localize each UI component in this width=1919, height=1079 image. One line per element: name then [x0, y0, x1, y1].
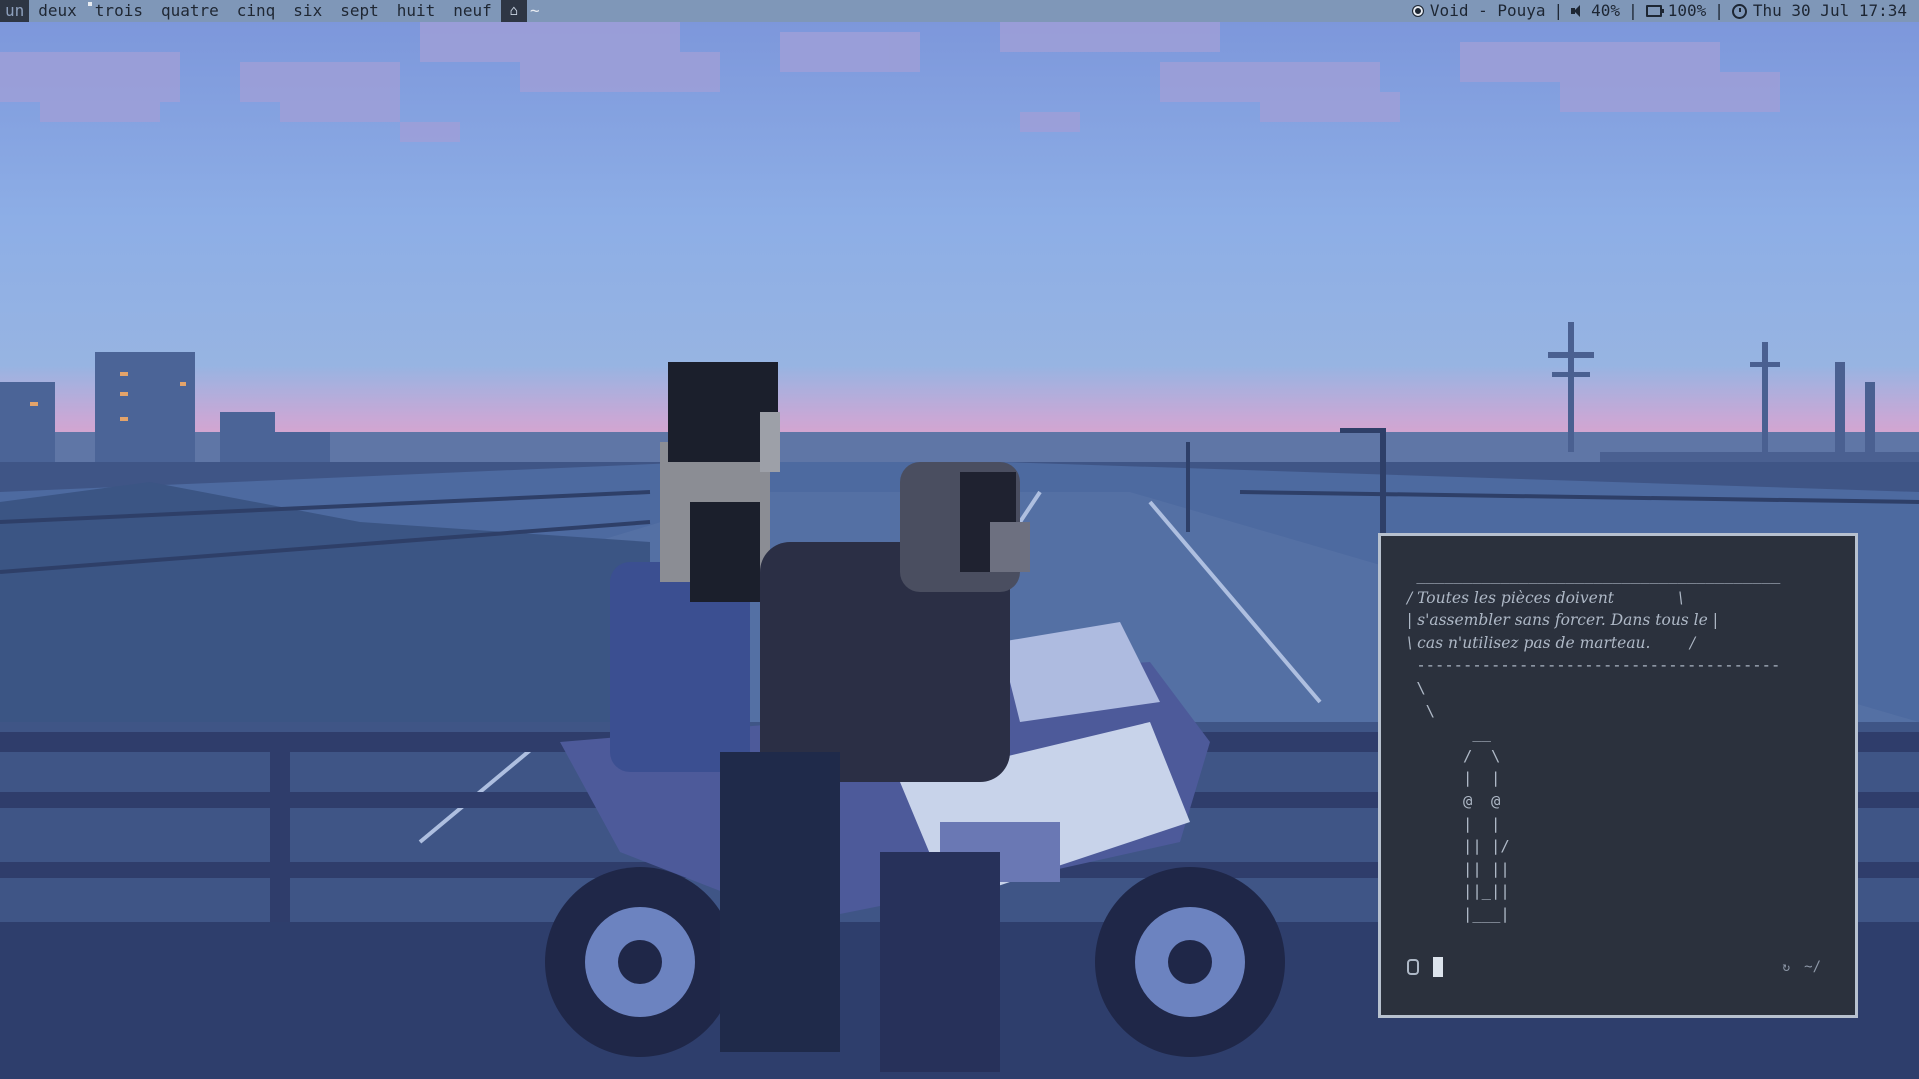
- battery-indicator: 100%: [1645, 0, 1707, 22]
- terminal-window[interactable]: _______________________________________ …: [1378, 533, 1858, 1018]
- ascii-art-line: || ||: [1407, 859, 1510, 878]
- workspace-six[interactable]: six: [284, 0, 331, 22]
- volume-indicator[interactable]: 40%: [1571, 0, 1620, 22]
- speech-line-2: | s'assembler sans forcer. Dans tous le …: [1407, 611, 1718, 630]
- clock-icon: [1731, 3, 1747, 19]
- workspace-label: quatre: [160, 1, 219, 20]
- workspace-deux[interactable]: deux: [29, 0, 86, 22]
- ascii-art-line: \: [1407, 678, 1426, 697]
- datetime-text: Thu 30 Jul 17:34: [1752, 1, 1907, 20]
- text-cursor: [1433, 957, 1443, 977]
- volume-text: 40%: [1591, 1, 1621, 20]
- workspace-trois[interactable]: trois: [86, 0, 152, 22]
- speaker-icon: [1571, 5, 1585, 17]
- workspace-label: neuf: [453, 1, 492, 20]
- workspace-cinq[interactable]: cinq: [228, 0, 285, 22]
- workspace-switcher: un deux trois quatre cinq six sept huit …: [0, 0, 543, 22]
- workspace-label: cinq: [236, 1, 276, 20]
- speech-bubble-top: _______________________________________: [1407, 566, 1781, 584]
- ascii-art-line: ||_||: [1407, 882, 1510, 901]
- now-playing[interactable]: Void - Pouya: [1411, 0, 1546, 22]
- workspace-neuf[interactable]: neuf: [444, 0, 501, 22]
- layout-indicator[interactable]: ~: [527, 0, 543, 22]
- workspace-sept[interactable]: sept: [331, 0, 388, 22]
- status-area: Void - Pouya | 40% | 100% | Thu 30 Jul 1…: [1411, 0, 1907, 22]
- workspace-label: trois: [94, 1, 143, 20]
- ascii-art-line: || |/: [1407, 837, 1510, 856]
- ascii-art-line: @ @: [1407, 791, 1501, 810]
- workspace-label: sept: [340, 1, 379, 20]
- occupied-indicator: [87, 2, 92, 6]
- speech-line-1: / Toutes les pièces doivent \: [1407, 588, 1684, 607]
- separator: |: [1553, 1, 1564, 20]
- workspace-huit[interactable]: huit: [388, 0, 445, 22]
- clock[interactable]: Thu 30 Jul 17:34: [1731, 0, 1907, 22]
- now-playing-text: Void - Pouya: [1429, 1, 1546, 20]
- record-icon: [1411, 5, 1424, 17]
- ascii-art-line: / \: [1407, 746, 1501, 765]
- workspace-label: un: [5, 1, 25, 20]
- workspace-label: deux: [38, 1, 77, 20]
- ascii-art-line: |___|: [1407, 904, 1510, 923]
- workspace-label: six: [293, 1, 323, 20]
- separator: |: [1628, 1, 1638, 20]
- prompt-icon: [1407, 959, 1419, 975]
- speech-bubble-bottom: ---------------------------------------: [1407, 656, 1781, 675]
- ascii-art-line: __: [1407, 724, 1491, 743]
- ascii-art-line: | |: [1407, 814, 1501, 833]
- battery-icon: [1645, 5, 1664, 17]
- speech-line-3: \ cas n'utilisez pas de marteau. /: [1407, 633, 1696, 652]
- right-prompt: ↻ ~/: [1782, 956, 1821, 978]
- shell-prompt[interactable]: [1407, 956, 1443, 978]
- cowsay-output: _______________________________________ …: [1407, 564, 1780, 926]
- app-icon[interactable]: ⌂: [500, 0, 527, 22]
- separator: |: [1714, 1, 1724, 20]
- workspace-label: huit: [396, 1, 436, 20]
- current-directory: ~/: [1804, 959, 1821, 975]
- top-status-bar: un deux trois quatre cinq six sept huit …: [0, 0, 1919, 22]
- workspace-quatre[interactable]: quatre: [152, 0, 228, 22]
- ascii-art-line: \: [1407, 701, 1435, 720]
- ascii-art-line: | |: [1407, 769, 1501, 788]
- workspace-un[interactable]: un: [0, 0, 30, 22]
- refresh-icon: ↻: [1782, 959, 1791, 975]
- battery-text: 100%: [1667, 1, 1707, 20]
